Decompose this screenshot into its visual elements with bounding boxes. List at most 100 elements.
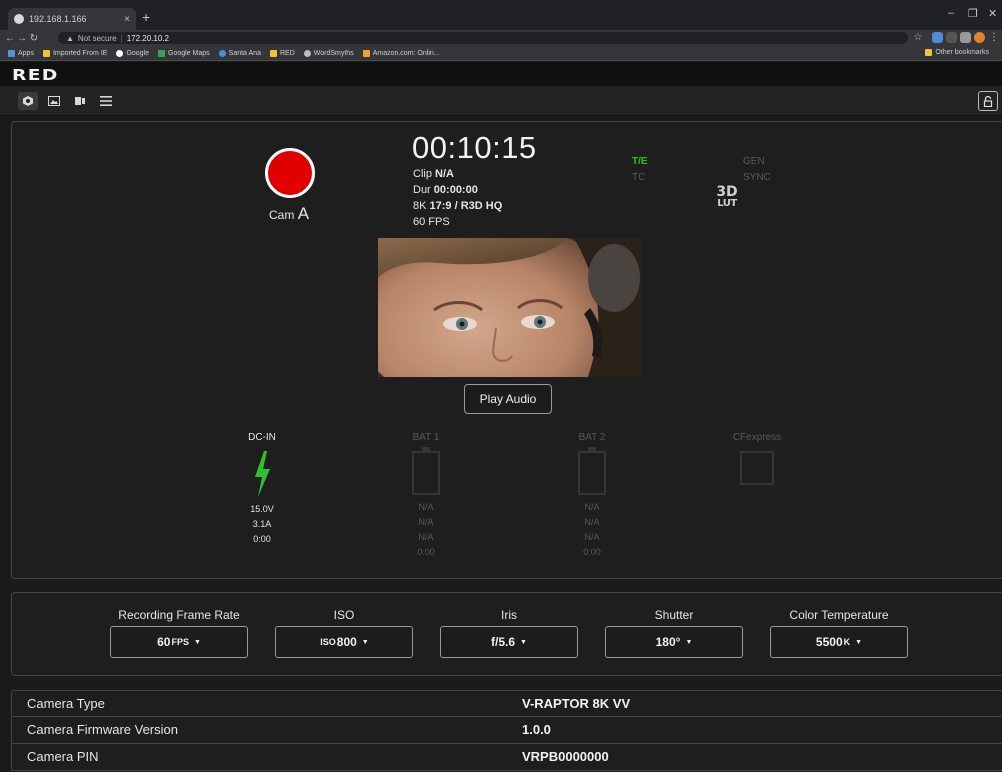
camera-icon[interactable] [18,92,38,110]
bookmark-other[interactable]: Other bookmarks [925,49,989,56]
setting-iris: Iris f/5.6 ▼ [440,608,578,658]
setting-frame-rate: Recording Frame Rate 60 FPS ▼ [110,608,248,658]
caret-down-icon: ▼ [855,638,863,646]
sync-indicator: SYNC [743,172,771,183]
menu-icon[interactable] [96,92,116,110]
bookmark-red[interactable]: RED [269,49,295,57]
dc-in-current: 3.1A [252,519,272,529]
setting-label: ISO [333,608,355,622]
setting-shutter: Shutter 180° ▼ [605,608,743,658]
star-icon[interactable]: ☆ [912,32,924,43]
globe-icon [303,49,311,57]
bat2-status: BAT 2 N/A N/A N/A 0:00 [566,430,618,560]
shutter-dropdown[interactable]: 180° ▼ [605,626,743,658]
info-key: Camera Type [27,696,105,711]
bookmark-imported[interactable]: Imported From IE [42,49,107,57]
bookmark-google-maps[interactable]: Google Maps [158,49,210,57]
minimize-button[interactable]: – [948,7,954,19]
media-icon[interactable] [70,92,90,110]
tab-title: 192.168.1.166 [29,14,87,24]
close-window-button[interactable]: ✕ [988,7,997,20]
iris-dropdown[interactable]: f/5.6 ▼ [440,626,578,658]
3d-lut-icon: 3D LUT [716,184,738,209]
lock-icon[interactable] [978,91,998,111]
genlock-indicator: GEN [743,156,765,167]
camera-status-panel: Cam A 00:10:15 Clip N/A Dur 00:00:00 8K … [11,121,1002,579]
apps-grid-icon [8,49,15,57]
iso-dropdown[interactable]: ISO 800 ▼ [275,626,413,658]
media-card-icon [740,451,774,485]
bookmark-santa-ana[interactable]: Santa Ana [218,49,261,57]
play-audio-button[interactable]: Play Audio [464,384,552,414]
dc-in-status: DC-IN 15.0V 3.1A 0:00 [234,430,290,547]
table-row: Camera Type V-RAPTOR 8K VV [11,690,1002,717]
extension-icon[interactable] [946,32,957,43]
amazon-icon [362,49,370,57]
bat1-status: BAT 1 N/A N/A N/A 0:00 [400,430,452,560]
app-toolbar [0,86,1002,116]
caret-down-icon: ▼ [361,638,369,646]
info-value: VRPB0000000 [522,749,609,764]
not-secure-label: Not secure [77,33,117,43]
table-row: Camera Firmware Version 1.0.0 [11,717,1002,744]
setting-label: Recording Frame Rate [118,608,240,622]
browser-tab[interactable]: 192.168.1.166 × [8,8,136,30]
caret-down-icon: ▼ [685,638,693,646]
timecode: 00:10:15 [412,130,537,165]
bookmark-amazon[interactable]: Amazon.com: Onlin... [362,49,440,57]
profile-icon[interactable] [974,32,985,43]
te-indicator: T/E [632,156,648,167]
folder-icon [925,49,933,56]
media-status: CFexpress [720,430,794,485]
info-key: Camera Firmware Version [27,722,178,737]
image-icon[interactable] [44,92,64,110]
bat2-header: BAT 2 [578,432,606,443]
app-header: RED [0,62,1002,86]
forward-icon[interactable]: → [16,33,28,44]
record-button[interactable] [265,148,315,198]
dc-in-header: DC-IN [248,432,276,443]
info-value: 1.0.0 [522,722,551,737]
frame-rate-dropdown[interactable]: 60 FPS ▼ [110,626,248,658]
kebab-menu-icon[interactable]: ⋮ [988,32,1000,43]
tc-indicator: TC [632,172,646,183]
fps-label: 60 FPS [413,216,450,228]
bookmark-wordsmyths[interactable]: WordSmyths [303,49,354,57]
live-preview-image [378,238,642,377]
new-tab-button[interactable]: + [142,9,150,25]
globe-icon [218,49,226,57]
format-value: 17:9 / R3D HQ [429,200,503,212]
clip-info: Clip N/A Dur 00:00:00 8K 17:9 / R3D HQ 6… [413,168,503,228]
restore-button[interactable]: ❐ [968,7,978,20]
duration-value: 00:00:00 [433,184,478,196]
tab-close-button[interactable]: × [124,14,130,25]
red-logo: RED [12,66,59,84]
google-icon [116,49,124,57]
info-value: V-RAPTOR 8K VV [522,696,631,711]
bookmark-google[interactable]: Google [116,49,149,57]
extension-icon[interactable] [932,32,943,43]
camera-info-table: Camera Type V-RAPTOR 8K VV Camera Firmwa… [11,690,1002,771]
camera-id-label: Cam A [269,204,310,223]
table-row: Camera PIN VRPB0000000 [11,744,1002,771]
address-bar[interactable]: ▲ Not secure | 172.20.10.2 [58,32,908,44]
info-key: Camera PIN [27,749,99,764]
media-header: CFexpress [732,432,782,443]
caret-down-icon: ▼ [193,638,201,646]
setting-label: Shutter [654,608,694,622]
url-text: 172.20.10.2 [126,33,169,43]
globe-icon [14,14,24,24]
setting-label: Color Temperature [789,608,889,622]
color-temperature-dropdown[interactable]: 5500 K ▼ [770,626,908,658]
setting-iso: ISO ISO 800 ▼ [275,608,413,658]
setting-color-temperature: Color Temperature 5500 K ▼ [770,608,908,658]
map-pin-icon [158,49,166,57]
bookmark-apps[interactable]: Apps [8,49,34,57]
back-icon[interactable]: ← [4,33,16,44]
folder-icon [42,49,50,57]
reload-icon[interactable]: ↻ [28,33,40,44]
clip-value: N/A [435,168,454,180]
battery-icon [412,447,440,495]
address-bar-row: ← → ↻ ▲ Not secure | 172.20.10.2 ☆ ⋮ [0,30,1002,46]
puzzle-icon[interactable] [960,32,971,43]
